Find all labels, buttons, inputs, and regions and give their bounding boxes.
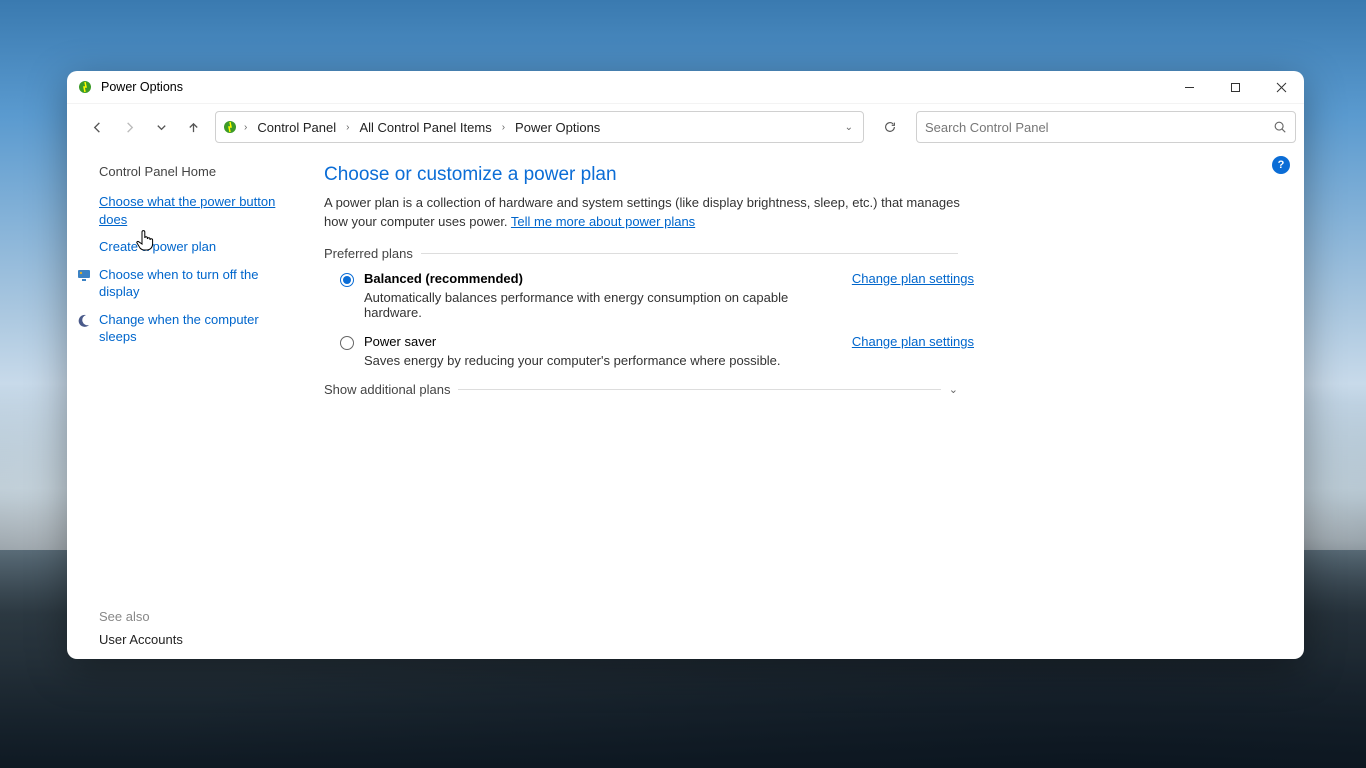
sidebar-link-display-off[interactable]: Choose when to turn off the display — [99, 266, 298, 301]
address-dropdown[interactable]: ⌄ — [841, 122, 857, 133]
page-title: Choose or customize a power plan — [324, 164, 1264, 186]
refresh-button[interactable] — [874, 111, 906, 143]
breadcrumb-item[interactable]: Power Options — [511, 118, 604, 137]
sidebar-link-label: Choose when to turn off the display — [99, 267, 258, 300]
minimize-button[interactable] — [1166, 71, 1212, 104]
window-title: Power Options — [101, 80, 183, 94]
preferred-plans-label: Preferred plans — [324, 246, 413, 261]
plan-radio-balanced[interactable] — [340, 273, 354, 287]
sidebar-link-power-button[interactable]: Choose what the power button does — [99, 193, 298, 228]
sidebar-link-label: Change when the computer sleeps — [99, 312, 259, 345]
sidebar-link-create-plan[interactable]: Create a power plan — [99, 238, 298, 256]
sidebar-link-label: Choose what the power button does — [99, 194, 275, 227]
close-button[interactable] — [1258, 71, 1304, 104]
power-plan-row: Power saver Saves energy by reducing you… — [340, 334, 974, 368]
titlebar: Power Options — [67, 71, 1304, 104]
address-bar[interactable]: › Control Panel › All Control Panel Item… — [215, 111, 864, 143]
maximize-button[interactable] — [1212, 71, 1258, 104]
power-options-icon — [222, 119, 238, 135]
show-additional-plans[interactable]: Show additional plans ⌄ — [324, 382, 958, 397]
forward-button[interactable] — [115, 113, 143, 141]
main-content: ? Choose or customize a power plan A pow… — [312, 150, 1304, 659]
plan-description: Automatically balances performance with … — [364, 290, 842, 320]
sidebar-link-label: Create a power plan — [99, 239, 216, 254]
sidebar: Control Panel Home Choose what the power… — [67, 150, 312, 659]
plan-radio-power-saver[interactable] — [340, 336, 354, 350]
change-plan-settings-link[interactable]: Change plan settings — [852, 271, 974, 286]
breadcrumb-item[interactable]: Control Panel — [253, 118, 340, 137]
power-options-icon — [77, 79, 93, 95]
chevron-right-icon[interactable]: › — [344, 122, 351, 133]
preferred-plans-heading: Preferred plans — [324, 246, 958, 261]
control-panel-home-link[interactable]: Control Panel Home — [99, 164, 298, 179]
up-button[interactable] — [179, 113, 207, 141]
recent-locations-button[interactable] — [147, 113, 175, 141]
chevron-right-icon[interactable]: › — [242, 122, 249, 133]
plan-name: Power saver — [364, 334, 842, 349]
see-also-heading: See also — [99, 609, 298, 624]
plan-description: Saves energy by reducing your computer's… — [364, 353, 842, 368]
back-button[interactable] — [83, 113, 111, 141]
moon-icon — [77, 313, 91, 327]
power-options-window: Power Options — [67, 71, 1304, 659]
learn-more-link[interactable]: Tell me more about power plans — [511, 214, 695, 229]
show-additional-label: Show additional plans — [324, 382, 450, 397]
power-plan-row: Balanced (recommended) Automatically bal… — [340, 271, 974, 320]
see-also-user-accounts[interactable]: User Accounts — [99, 632, 298, 647]
search-icon — [1273, 120, 1287, 134]
navigation-row: › Control Panel › All Control Panel Item… — [67, 104, 1304, 150]
help-icon[interactable]: ? — [1272, 156, 1290, 174]
chevron-right-icon[interactable]: › — [500, 122, 507, 133]
chevron-down-icon: ⌄ — [949, 383, 958, 396]
search-input[interactable] — [925, 120, 1273, 135]
sidebar-link-sleep[interactable]: Change when the computer sleeps — [99, 311, 298, 346]
display-icon — [77, 268, 91, 282]
search-box[interactable] — [916, 111, 1296, 143]
breadcrumb-item[interactable]: All Control Panel Items — [355, 118, 495, 137]
page-description: A power plan is a collection of hardware… — [324, 194, 964, 232]
change-plan-settings-link[interactable]: Change plan settings — [852, 334, 974, 349]
plan-name: Balanced (recommended) — [364, 271, 842, 286]
